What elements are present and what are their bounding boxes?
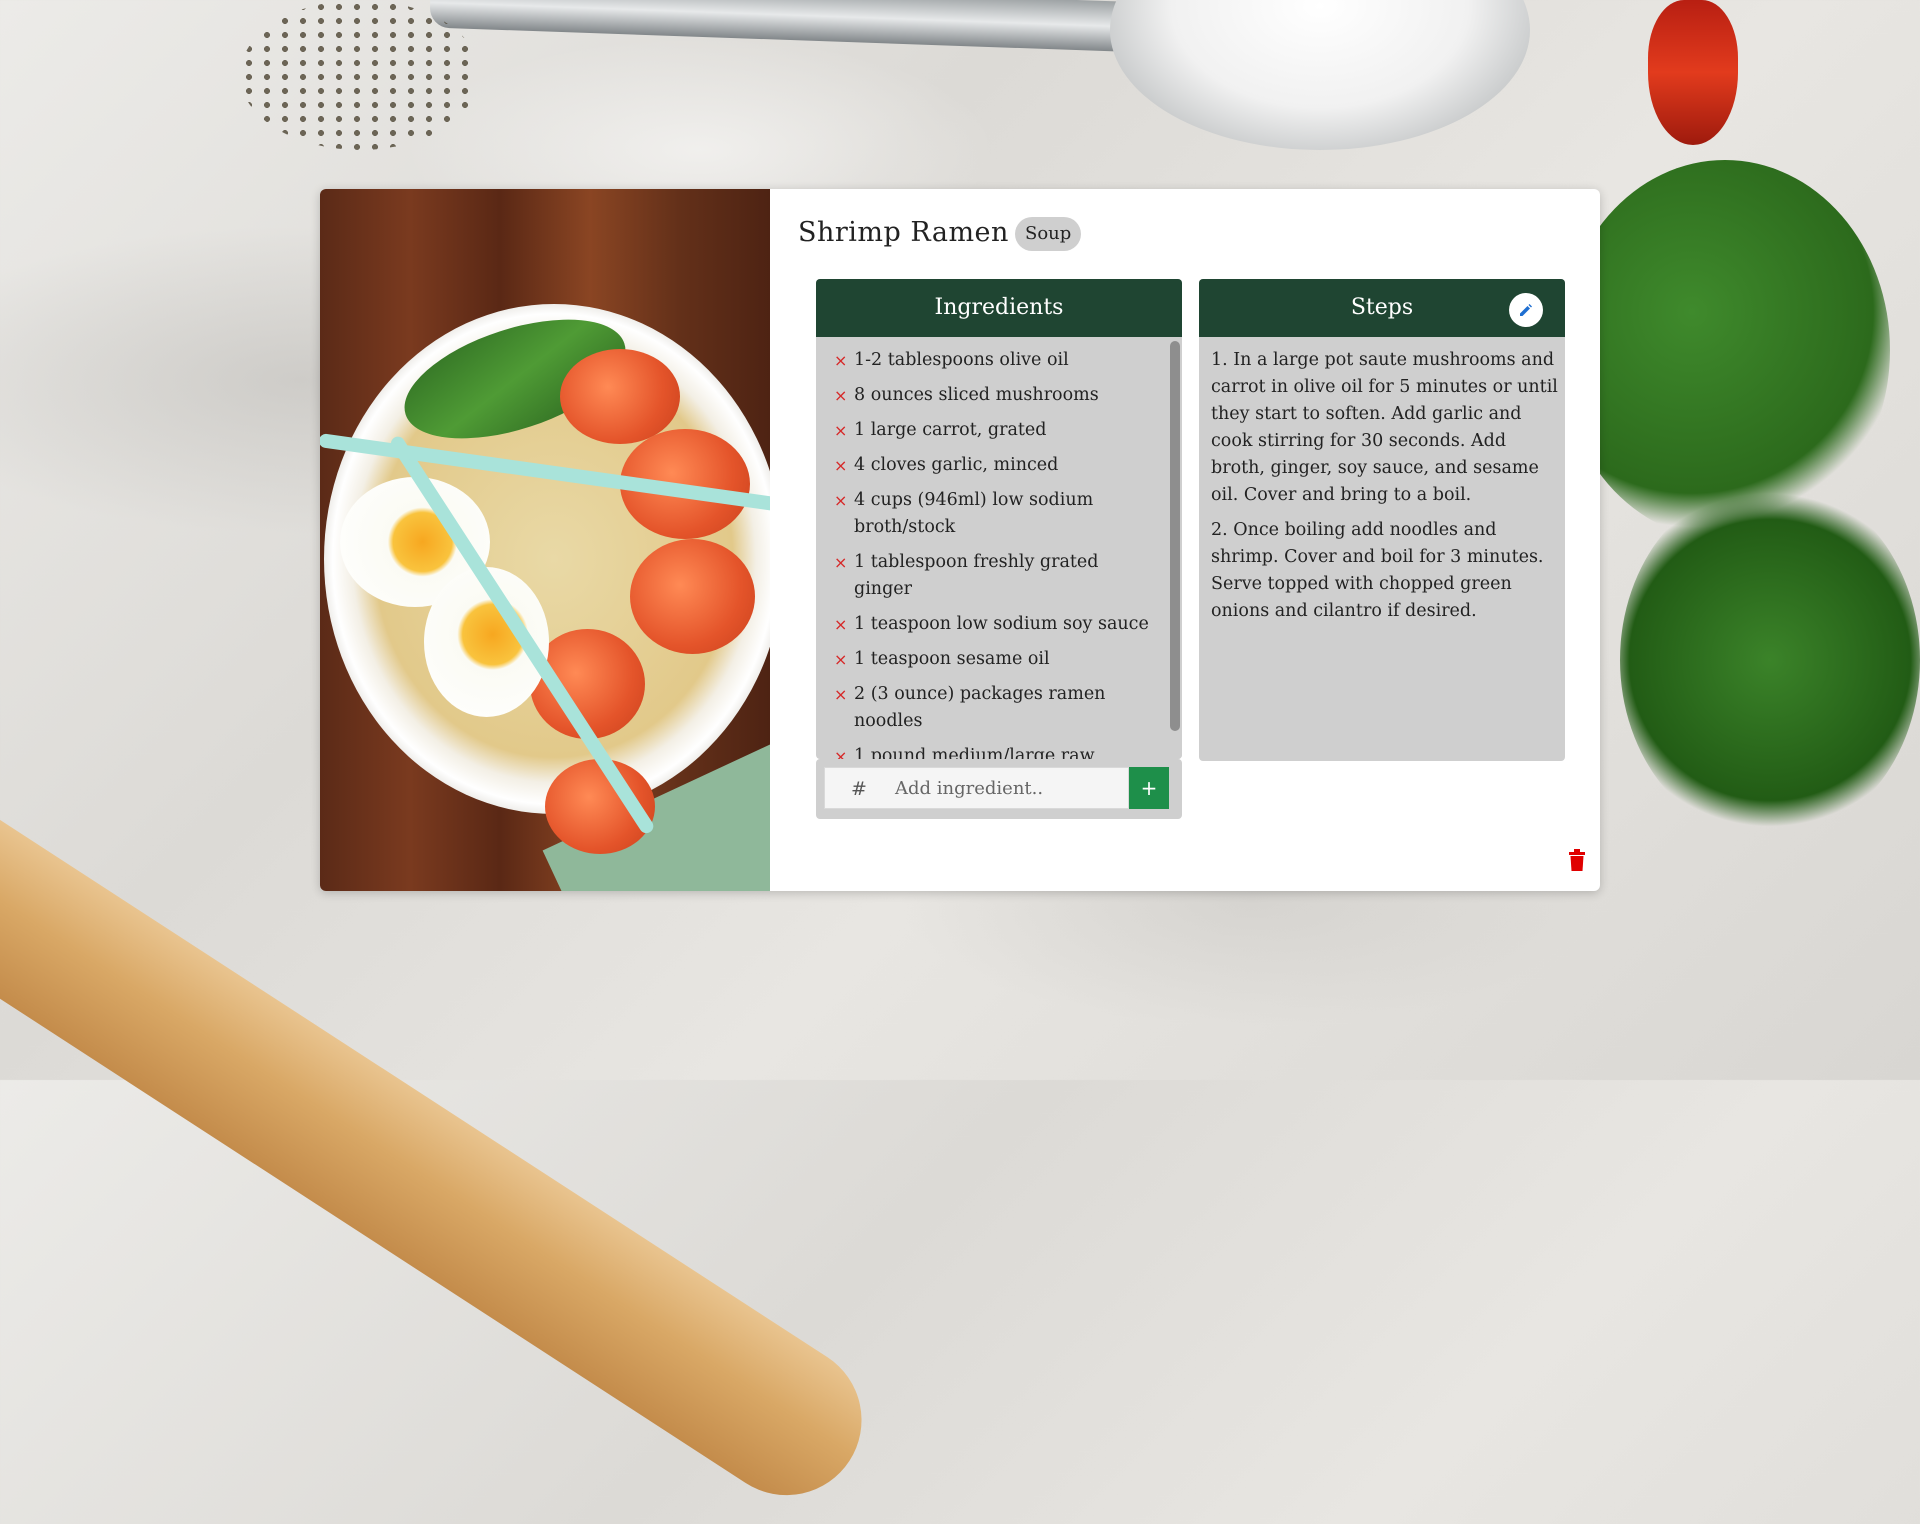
add-ingredient-placeholder: Add ingredient.. bbox=[895, 778, 1044, 799]
ingredient-text: 1 pound medium/large raw shrimp bbox=[854, 746, 1095, 759]
hash-icon: # bbox=[851, 778, 867, 800]
steps-header: Steps bbox=[1199, 279, 1565, 337]
ingredients-panel: Ingredients × 1-2 tablespoons olive oil ×… bbox=[816, 279, 1182, 759]
remove-icon[interactable]: × bbox=[834, 417, 854, 444]
ingredient-text: 4 cups (946ml) low sodium broth/stock bbox=[854, 490, 1094, 537]
background-cilantro bbox=[1560, 160, 1890, 540]
ingredients-scrollbar[interactable] bbox=[1166, 337, 1182, 759]
remove-icon[interactable]: × bbox=[834, 743, 854, 759]
recipe-photo bbox=[320, 189, 770, 891]
remove-icon[interactable]: × bbox=[834, 549, 854, 576]
edit-steps-button[interactable] bbox=[1509, 293, 1543, 327]
ingredient-text: 1 teaspoon sesame oil bbox=[854, 649, 1050, 669]
step-item: 1. In a large pot saute mushrooms and ca… bbox=[1211, 350, 1558, 505]
add-ingredient-bar: # Add ingredient.. + bbox=[816, 759, 1182, 819]
recipe-title: Shrimp Ramen bbox=[798, 217, 1009, 248]
list-item: × 1 teaspoon low sodium soy sauce bbox=[816, 607, 1166, 642]
background-seeds bbox=[240, 0, 480, 150]
step-item: 2. Once boiling add noodles and shrimp. … bbox=[1211, 520, 1544, 621]
pencil-icon bbox=[1520, 304, 1532, 316]
list-item: × 8 ounces sliced mushrooms bbox=[816, 378, 1166, 413]
list-item: × 2 (3 ounce) packages ramen noodles bbox=[816, 677, 1166, 739]
steps-heading: Steps bbox=[1350, 295, 1414, 320]
ingredient-text: 4 cloves garlic, minced bbox=[854, 455, 1059, 475]
shrimp bbox=[630, 539, 755, 654]
list-item: × 1 large carrot, grated bbox=[816, 413, 1166, 448]
background-cilantro-lower bbox=[1620, 480, 1920, 840]
scrollbar-thumb[interactable] bbox=[1170, 341, 1180, 731]
add-ingredient-button[interactable]: + bbox=[1129, 767, 1169, 809]
ingredient-text: 1-2 tablespoons olive oil bbox=[854, 350, 1069, 370]
remove-icon[interactable]: × bbox=[834, 452, 854, 479]
ingredient-text: 8 ounces sliced mushrooms bbox=[854, 385, 1099, 405]
list-item: × 4 cups (946ml) low sodium broth/stock bbox=[816, 483, 1166, 545]
list-item: × 4 cloves garlic, minced bbox=[816, 448, 1166, 483]
list-item: × 1-2 tablespoons olive oil bbox=[816, 343, 1166, 378]
ingredient-text: 2 (3 ounce) packages ramen noodles bbox=[854, 684, 1106, 731]
ingredients-heading: Ingredients bbox=[816, 279, 1182, 337]
ingredients-list[interactable]: × 1-2 tablespoons olive oil × 8 ounces sli… bbox=[816, 337, 1166, 759]
ingredient-text: 1 teaspoon low sodium soy sauce bbox=[854, 614, 1149, 634]
remove-icon[interactable]: × bbox=[834, 487, 854, 514]
recipe-card: Shrimp Ramen Soup Ingredients × 1-2 table… bbox=[320, 189, 1600, 891]
list-item: × 1 tablespoon freshly grated ginger bbox=[816, 545, 1166, 607]
steps-panel: Steps 1. In a large pot saute mushrooms … bbox=[1199, 279, 1565, 761]
steps-list: 1. In a large pot saute mushrooms and ca… bbox=[1199, 337, 1565, 629]
remove-icon[interactable]: × bbox=[834, 382, 854, 409]
remove-icon[interactable]: × bbox=[834, 681, 854, 708]
trash-icon[interactable] bbox=[1568, 849, 1586, 871]
remove-icon[interactable]: × bbox=[834, 611, 854, 638]
category-badge: Soup bbox=[1015, 217, 1082, 251]
remove-icon[interactable]: × bbox=[834, 347, 854, 374]
shrimp bbox=[560, 349, 680, 444]
ingredient-text: 1 tablespoon freshly grated ginger bbox=[854, 552, 1099, 599]
add-ingredient-input[interactable]: # Add ingredient.. bbox=[824, 767, 1129, 809]
background-chili bbox=[1648, 0, 1738, 145]
list-item: × 1 teaspoon sesame oil bbox=[816, 642, 1166, 677]
ingredient-text: 1 large carrot, grated bbox=[854, 420, 1047, 440]
list-item: ×1 pound medium/large raw shrimp bbox=[816, 739, 1166, 759]
remove-icon[interactable]: × bbox=[834, 646, 854, 673]
